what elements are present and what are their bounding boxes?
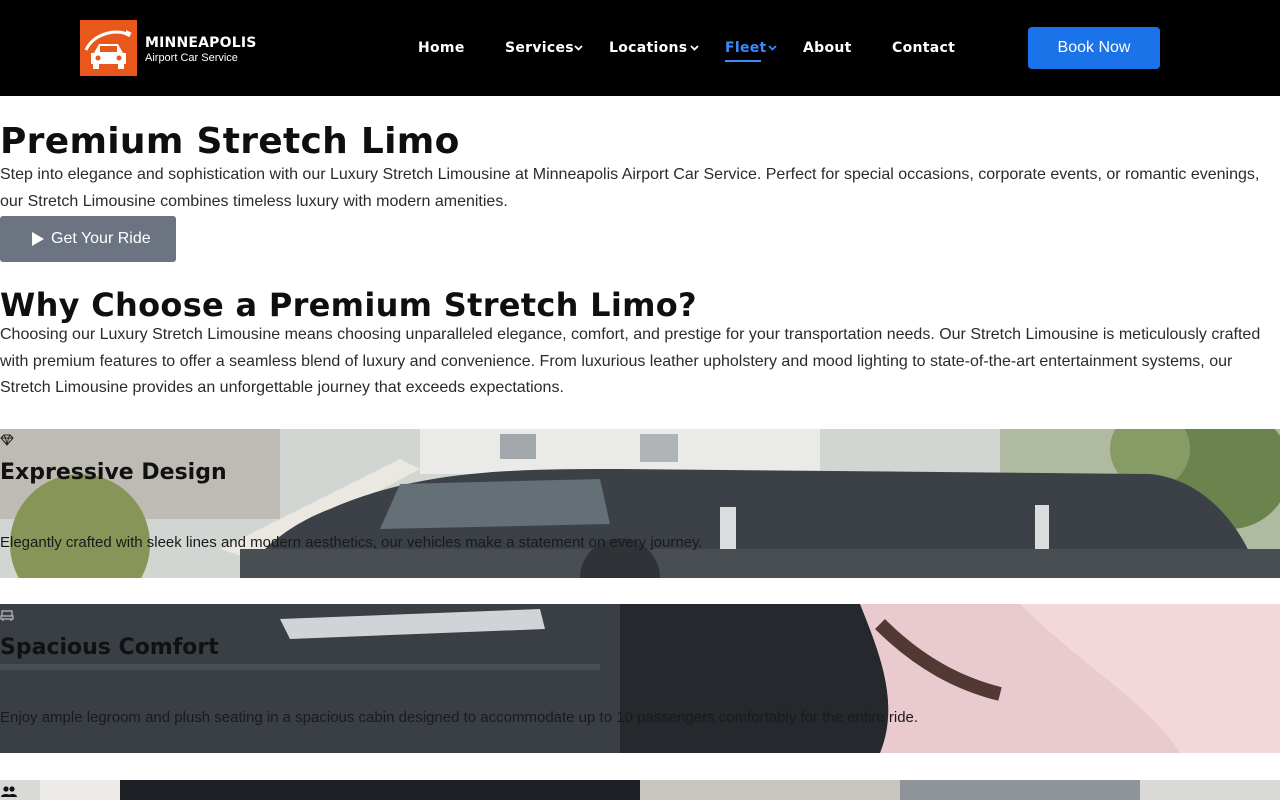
users-icon: [1, 786, 17, 797]
feature-description: Elegantly crafted with sleek lines and m…: [0, 534, 703, 551]
feature-card: Expressive Design Elegantly crafted with…: [0, 429, 1280, 578]
limo-interior-photo: [0, 604, 1280, 753]
feature-title: Spacious Comfort: [0, 635, 219, 660]
chevron-down-icon: [574, 45, 583, 51]
nav-locations-label: Locations: [609, 40, 688, 56]
brand-subtitle: Airport Car Service: [145, 52, 238, 64]
limo-exterior-photo: [0, 429, 1280, 578]
nav-contact-label: Contact: [892, 40, 956, 56]
page-title: Premium Stretch Limo: [0, 121, 460, 162]
get-your-ride-label: Get Your Ride: [51, 230, 151, 247]
book-now-button[interactable]: Book Now: [1028, 27, 1160, 69]
feature-card: Spacious Comfort Enjoy ample legroom and…: [0, 604, 1280, 753]
why-description: Choosing our Luxury Stretch Limousine me…: [0, 326, 1261, 396]
brand-name: MINNEAPOLIS: [145, 35, 257, 51]
nav-about-label: About: [803, 40, 852, 56]
hero-description: Step into elegance and sophistication wi…: [0, 166, 1260, 210]
feature-description: Enjoy ample legroom and plush seating in…: [0, 709, 919, 726]
brand[interactable]: MINNEAPOLIS Airport Car Service: [145, 35, 257, 65]
feature-title: Expressive Design: [0, 460, 227, 485]
feature-card: [0, 780, 1280, 800]
nav-fleet-label: Fleet: [725, 40, 767, 56]
limo-passengers-photo: [0, 780, 1280, 800]
nav-home[interactable]: Home: [418, 38, 465, 58]
chevron-down-icon: [768, 45, 777, 51]
nav-services[interactable]: Services: [505, 38, 585, 58]
chevron-down-icon: [690, 45, 699, 51]
nav-locations[interactable]: Locations: [609, 38, 701, 58]
logo[interactable]: [80, 20, 137, 76]
active-nav-underline: [725, 60, 761, 62]
nav-contact[interactable]: Contact: [892, 38, 955, 58]
nav-home-label: Home: [418, 40, 465, 56]
play-icon: [32, 232, 44, 246]
car-seat-icon: [0, 610, 14, 621]
gem-icon: [0, 434, 14, 446]
nav-services-label: Services: [505, 40, 574, 56]
get-your-ride-button[interactable]: Get Your Ride: [0, 216, 176, 262]
nav-fleet[interactable]: Fleet: [725, 38, 779, 62]
nav-about[interactable]: About: [803, 38, 852, 58]
site-header: MINNEAPOLIS Airport Car Service Home Ser…: [0, 0, 1280, 96]
car-logo-icon: [84, 30, 132, 69]
